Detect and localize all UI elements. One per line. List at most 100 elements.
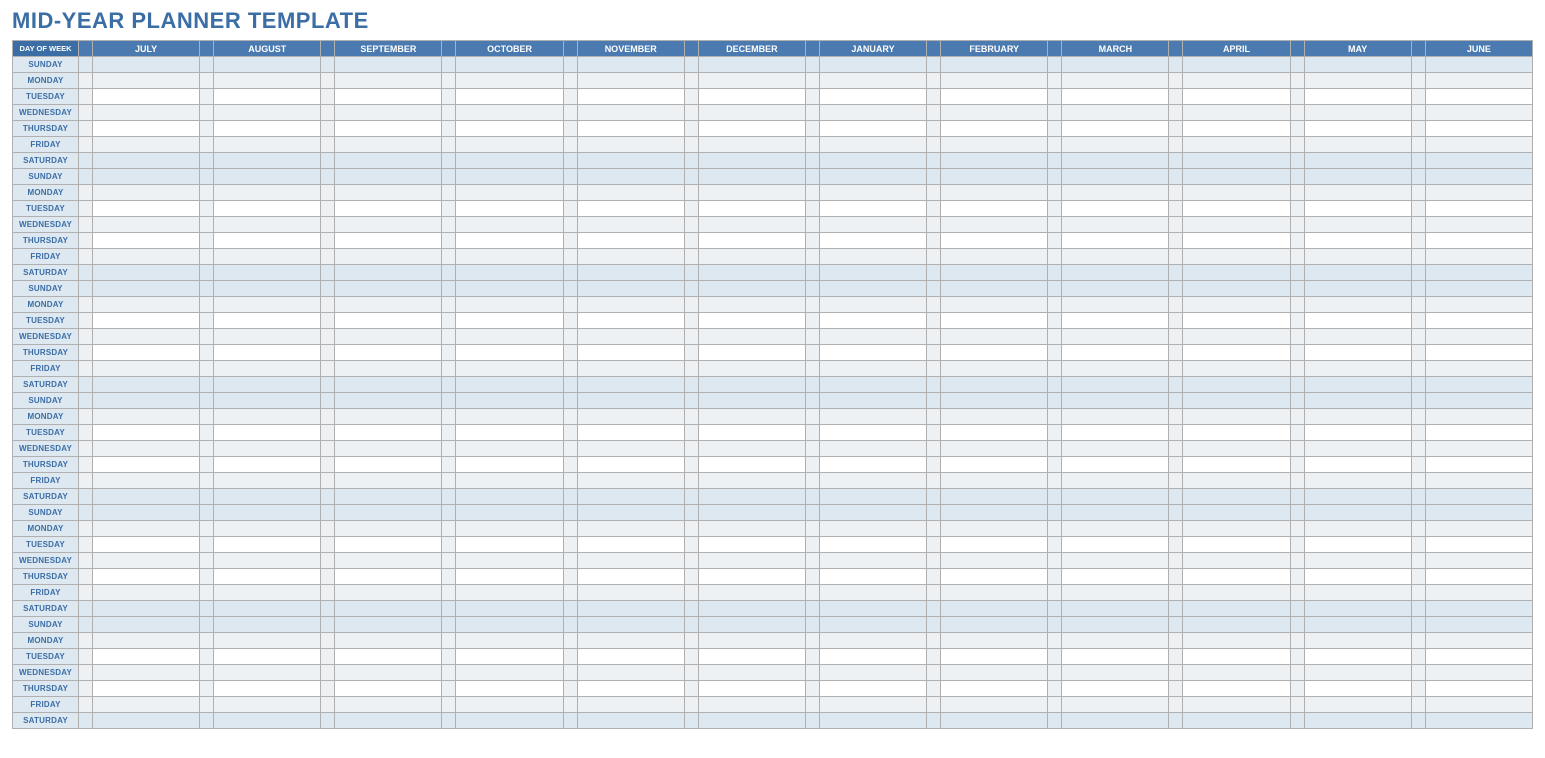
planner-cell[interactable] — [214, 361, 321, 377]
planner-cell-narrow[interactable] — [1048, 457, 1062, 473]
planner-cell[interactable] — [819, 505, 926, 521]
planner-cell[interactable] — [1304, 649, 1411, 665]
planner-cell-narrow[interactable] — [200, 57, 214, 73]
planner-cell[interactable] — [1425, 569, 1532, 585]
planner-cell[interactable] — [698, 553, 805, 569]
planner-cell-narrow[interactable] — [805, 361, 819, 377]
planner-cell[interactable] — [1062, 377, 1169, 393]
planner-cell[interactable] — [456, 345, 563, 361]
planner-cell[interactable] — [819, 249, 926, 265]
planner-cell-narrow[interactable] — [1411, 153, 1425, 169]
planner-cell-narrow[interactable] — [805, 313, 819, 329]
planner-cell-narrow[interactable] — [684, 201, 698, 217]
planner-cell[interactable] — [335, 601, 442, 617]
planner-cell[interactable] — [1425, 441, 1532, 457]
planner-cell[interactable] — [1062, 601, 1169, 617]
planner-cell-narrow[interactable] — [563, 649, 577, 665]
planner-cell[interactable] — [1183, 633, 1290, 649]
planner-cell-narrow[interactable] — [200, 105, 214, 121]
planner-cell[interactable] — [1183, 313, 1290, 329]
planner-cell-narrow[interactable] — [1169, 281, 1183, 297]
planner-cell-narrow[interactable] — [805, 201, 819, 217]
planner-cell-narrow[interactable] — [200, 457, 214, 473]
planner-cell-narrow[interactable] — [805, 185, 819, 201]
planner-cell-narrow[interactable] — [927, 441, 941, 457]
planner-cell-narrow[interactable] — [442, 217, 456, 233]
planner-cell-narrow[interactable] — [79, 281, 93, 297]
planner-cell-narrow[interactable] — [1411, 409, 1425, 425]
planner-cell[interactable] — [214, 489, 321, 505]
planner-cell[interactable] — [1304, 57, 1411, 73]
planner-cell[interactable] — [941, 377, 1048, 393]
planner-cell[interactable] — [335, 329, 442, 345]
planner-cell[interactable] — [214, 153, 321, 169]
planner-cell[interactable] — [214, 441, 321, 457]
planner-cell-narrow[interactable] — [805, 249, 819, 265]
planner-cell-narrow[interactable] — [684, 681, 698, 697]
planner-cell-narrow[interactable] — [1048, 313, 1062, 329]
planner-cell-narrow[interactable] — [442, 585, 456, 601]
planner-cell[interactable] — [698, 473, 805, 489]
planner-cell[interactable] — [456, 633, 563, 649]
planner-cell[interactable] — [819, 601, 926, 617]
planner-cell[interactable] — [1425, 57, 1532, 73]
planner-cell-narrow[interactable] — [563, 297, 577, 313]
planner-cell[interactable] — [577, 457, 684, 473]
planner-cell[interactable] — [1304, 697, 1411, 713]
planner-cell-narrow[interactable] — [79, 617, 93, 633]
planner-cell[interactable] — [214, 601, 321, 617]
planner-cell[interactable] — [698, 409, 805, 425]
planner-cell[interactable] — [1425, 377, 1532, 393]
planner-cell-narrow[interactable] — [805, 441, 819, 457]
planner-cell-narrow[interactable] — [442, 489, 456, 505]
planner-cell-narrow[interactable] — [684, 233, 698, 249]
planner-cell-narrow[interactable] — [805, 553, 819, 569]
planner-cell[interactable] — [456, 665, 563, 681]
planner-cell[interactable] — [1425, 537, 1532, 553]
planner-cell[interactable] — [941, 297, 1048, 313]
planner-cell[interactable] — [941, 121, 1048, 137]
planner-cell-narrow[interactable] — [1169, 265, 1183, 281]
planner-cell-narrow[interactable] — [684, 665, 698, 681]
planner-cell[interactable] — [1183, 665, 1290, 681]
planner-cell[interactable] — [698, 601, 805, 617]
planner-cell[interactable] — [1062, 441, 1169, 457]
planner-cell[interactable] — [577, 185, 684, 201]
planner-cell[interactable] — [577, 489, 684, 505]
planner-cell[interactable] — [1183, 521, 1290, 537]
planner-cell-narrow[interactable] — [79, 297, 93, 313]
planner-cell[interactable] — [1183, 649, 1290, 665]
planner-cell-narrow[interactable] — [1411, 121, 1425, 137]
planner-cell[interactable] — [1425, 665, 1532, 681]
planner-cell[interactable] — [1183, 617, 1290, 633]
planner-cell[interactable] — [941, 249, 1048, 265]
planner-cell[interactable] — [214, 649, 321, 665]
planner-cell[interactable] — [819, 345, 926, 361]
planner-cell[interactable] — [819, 201, 926, 217]
planner-cell-narrow[interactable] — [1048, 409, 1062, 425]
planner-cell[interactable] — [941, 617, 1048, 633]
planner-cell[interactable] — [1062, 217, 1169, 233]
planner-cell[interactable] — [577, 377, 684, 393]
planner-cell-narrow[interactable] — [563, 489, 577, 505]
planner-cell-narrow[interactable] — [79, 601, 93, 617]
planner-cell[interactable] — [1062, 89, 1169, 105]
planner-cell-narrow[interactable] — [200, 281, 214, 297]
planner-cell-narrow[interactable] — [1411, 217, 1425, 233]
planner-cell[interactable] — [335, 617, 442, 633]
planner-cell[interactable] — [577, 521, 684, 537]
planner-cell[interactable] — [698, 457, 805, 473]
planner-cell[interactable] — [698, 297, 805, 313]
planner-cell-narrow[interactable] — [79, 233, 93, 249]
planner-cell-narrow[interactable] — [1048, 393, 1062, 409]
planner-cell[interactable] — [335, 649, 442, 665]
planner-cell-narrow[interactable] — [1411, 473, 1425, 489]
planner-cell[interactable] — [698, 185, 805, 201]
planner-cell[interactable] — [941, 425, 1048, 441]
planner-cell[interactable] — [93, 601, 200, 617]
planner-cell[interactable] — [456, 361, 563, 377]
planner-cell-narrow[interactable] — [805, 121, 819, 137]
planner-cell[interactable] — [698, 681, 805, 697]
planner-cell-narrow[interactable] — [805, 265, 819, 281]
planner-cell-narrow[interactable] — [805, 617, 819, 633]
